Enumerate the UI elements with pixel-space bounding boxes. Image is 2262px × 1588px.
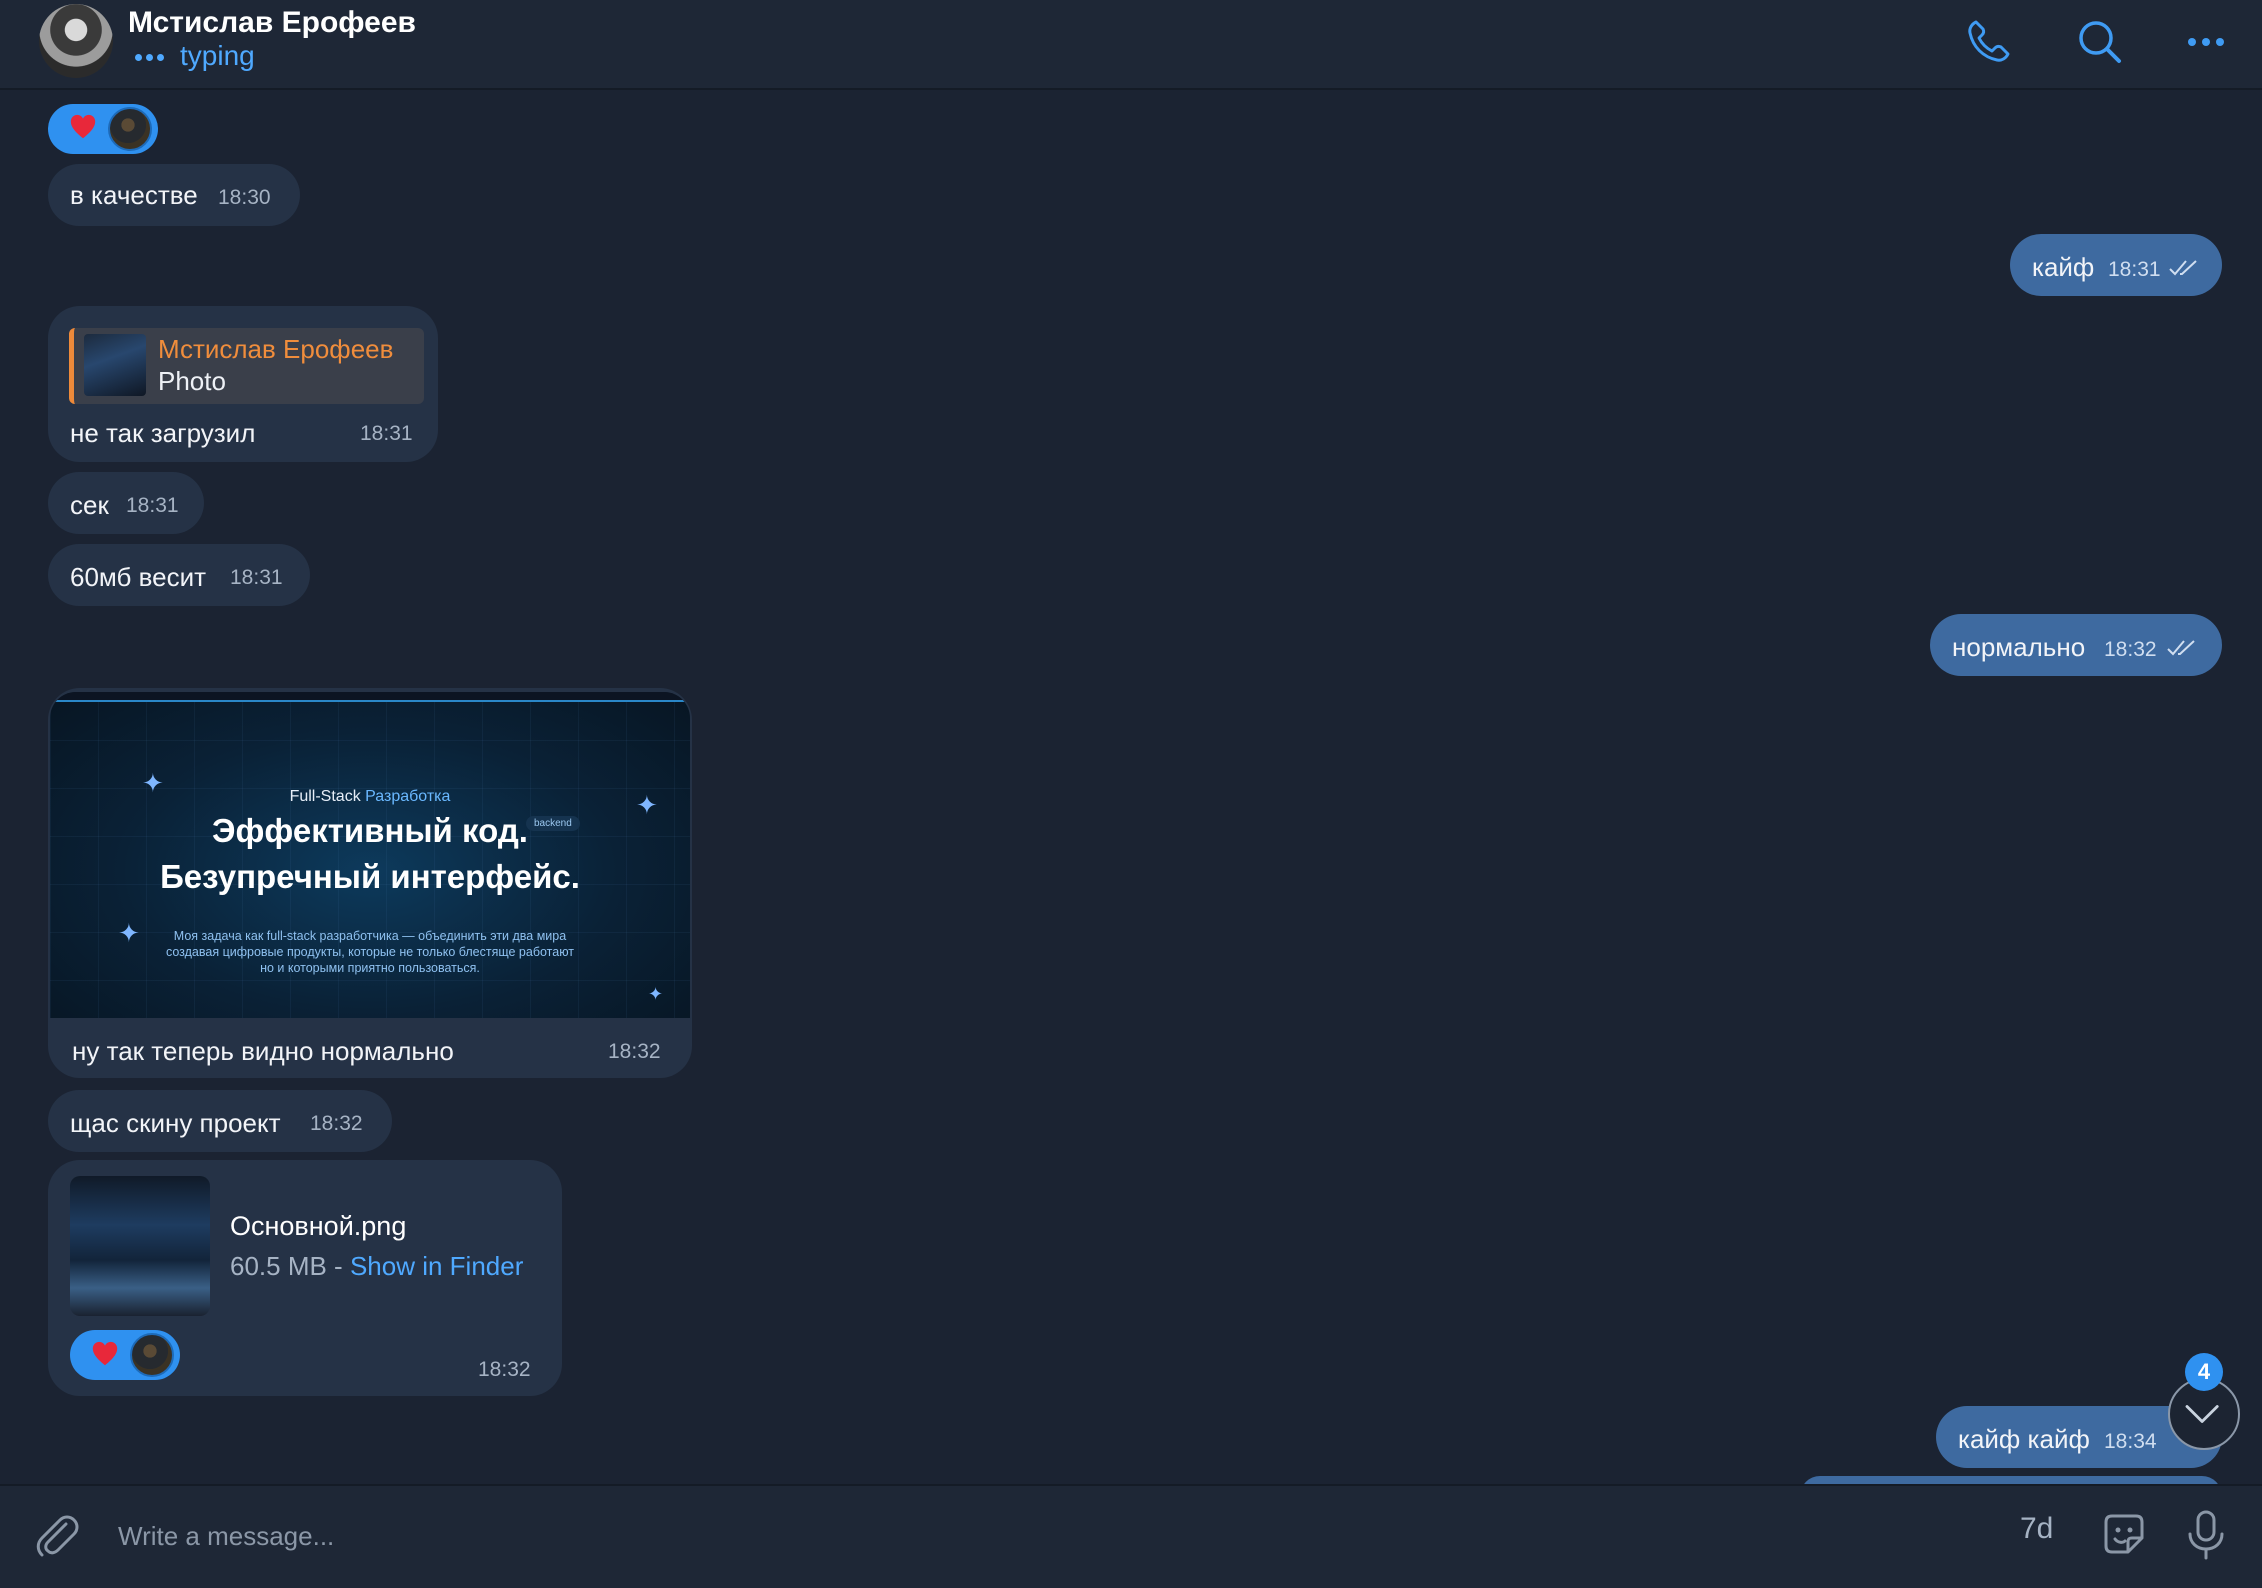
message-text: сек: [70, 490, 109, 520]
message-text: кайф: [2032, 252, 2095, 282]
message-text: ну так теперь видно нормально: [72, 1036, 454, 1066]
heart-reaction-icon: [92, 1341, 118, 1366]
photo-body-text: Моя задача как full-stack разработчика —…: [165, 929, 575, 975]
reaction-avatar: [108, 107, 152, 151]
search-icon[interactable]: [2072, 14, 2128, 70]
reply-author: Мстислав Ерофеев: [158, 334, 394, 364]
message-time: 18:31: [360, 422, 413, 445]
sticker-icon[interactable]: [2096, 1506, 2152, 1562]
photo-headline: Безупречный интерфейс.: [160, 858, 580, 895]
photo-badge: backend: [526, 816, 580, 831]
reaction-avatar: [130, 1333, 174, 1377]
file-name[interactable]: Основной.png: [230, 1211, 406, 1242]
sparkle-icon: ✦: [118, 918, 140, 948]
message-time: 18:30: [218, 186, 271, 209]
message-text: 60мб весит: [70, 562, 207, 592]
photo-headline: Эффективный код.: [212, 812, 528, 849]
typing-indicator-icon: [133, 42, 171, 74]
message-time: 18:32: [478, 1358, 531, 1381]
file-separator: -: [326, 1251, 350, 1281]
message-time: 18:32: [608, 1040, 661, 1063]
reply-snippet: Photo: [158, 366, 226, 396]
phone-icon[interactable]: [1960, 14, 2016, 70]
message-text: кайф кайф: [1958, 1424, 2090, 1454]
heart-reaction-icon: [70, 114, 96, 139]
self-destruct-timer[interactable]: 7d: [2020, 1512, 2053, 1546]
message-text: в качестве: [70, 180, 198, 210]
reply-thumbnail: [84, 334, 146, 396]
message-time: 18:31: [2108, 258, 2161, 281]
contact-name[interactable]: Мстислав Ерофеев: [128, 6, 416, 40]
message-text: щас скину проект: [70, 1108, 281, 1138]
message-time: 18:32: [2104, 638, 2157, 661]
sparkle-icon: ✦: [648, 984, 664, 1004]
more-icon[interactable]: [2178, 14, 2234, 70]
typing-status: typing: [180, 40, 255, 71]
show-in-finder-link[interactable]: Show in Finder: [350, 1251, 523, 1281]
message-input[interactable]: [116, 1510, 1920, 1562]
read-checkmarks-icon: [2167, 640, 2195, 656]
chat-window: Мстислав Ерофеев typing в качестве 18:30…: [0, 0, 2262, 1588]
unread-count-badge: 4: [2185, 1353, 2223, 1391]
photo-attachment[interactable]: ✦ ✦ ✦ ✦ Full-Stack Разработка Эффективны…: [50, 692, 690, 1018]
read-checkmarks-icon: [2169, 260, 2197, 276]
message-time: 18:34: [2104, 1430, 2157, 1453]
message-text: нормально: [1952, 632, 2086, 662]
message-time: 18:31: [126, 494, 179, 517]
message-text: не так загрузил: [70, 418, 256, 448]
contact-avatar[interactable]: [39, 4, 113, 78]
photo-kicker: Full-Stack Разработка: [289, 788, 451, 805]
message-time: 18:31: [230, 566, 283, 589]
file-size: 60.5 MB: [230, 1251, 327, 1281]
message-time: 18:32: [310, 1112, 363, 1135]
microphone-icon[interactable]: [2178, 1506, 2234, 1562]
file-thumbnail[interactable]: [70, 1176, 210, 1316]
file-meta: 60.5 MB - Show in Finder: [230, 1251, 523, 1282]
attach-icon[interactable]: [28, 1506, 84, 1562]
photo-browser-bar: [50, 692, 690, 702]
